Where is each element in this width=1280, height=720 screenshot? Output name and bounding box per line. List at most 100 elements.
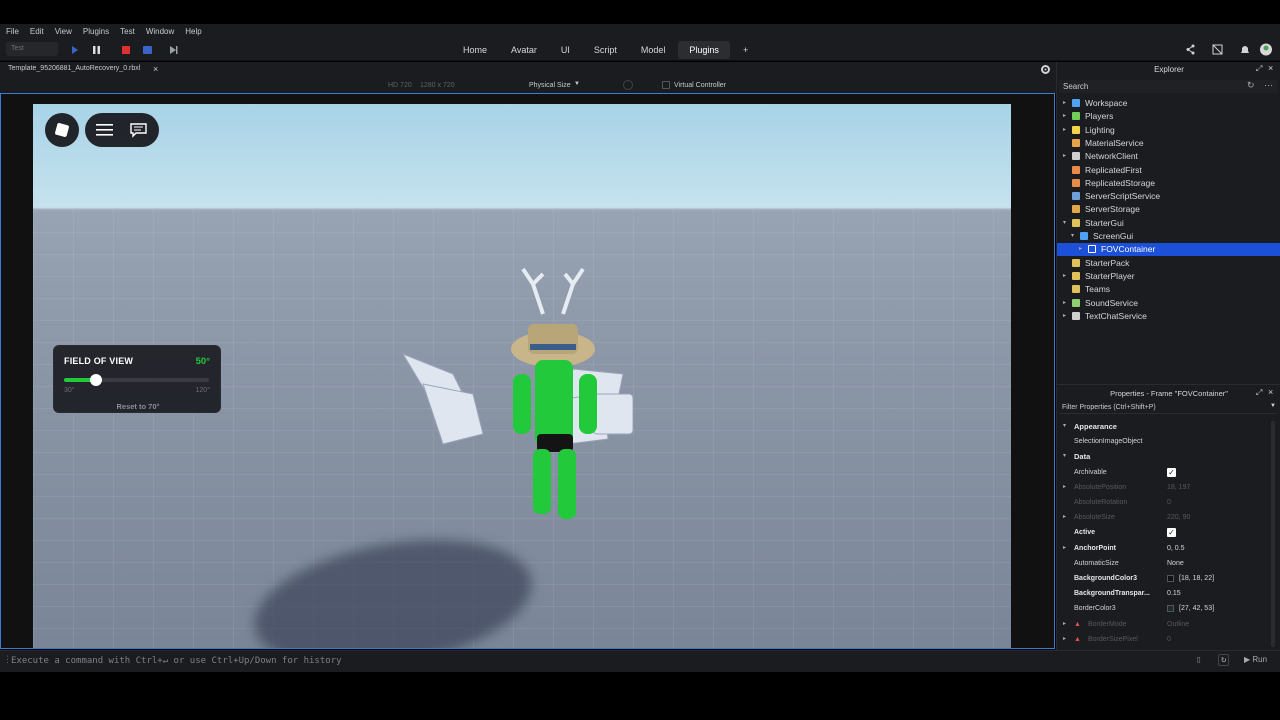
virtual-controller-checkbox[interactable] <box>662 81 670 89</box>
gear-icon[interactable] <box>1040 64 1051 75</box>
menu-edit[interactable]: Edit <box>30 27 44 36</box>
fov-slider-thumb[interactable] <box>90 374 103 386</box>
property-value[interactable]: 220, 90 <box>1167 510 1190 525</box>
chevron-down-icon[interactable]: ▼ <box>1270 403 1276 409</box>
collapse-arrow-icon[interactable]: ▾ <box>1063 217 1066 230</box>
property-row[interactable]: AbsoluteRotation 0 <box>1057 495 1275 510</box>
explorer-item-replicatedfirst[interactable]: ReplicatedFirst <box>1057 164 1280 177</box>
property-value[interactable]: Outline <box>1167 617 1189 632</box>
property-checkbox[interactable]: ✓ <box>1167 528 1176 538</box>
explorer-item-materialservice[interactable]: MaterialService <box>1057 137 1280 150</box>
fov-slider-track[interactable] <box>64 374 209 386</box>
property-row[interactable]: ▸ ▲ BorderSizePixel 0 <box>1057 632 1275 647</box>
client-server-icon[interactable] <box>143 46 152 54</box>
explorer-item-players[interactable]: ▸ Players <box>1057 110 1280 123</box>
popout-icon[interactable]: ⤢ <box>1256 388 1262 398</box>
tab-home[interactable]: Home <box>452 41 498 59</box>
expand-arrow-icon[interactable]: ▸ <box>1063 310 1066 323</box>
team-create-icon[interactable] <box>1212 44 1223 55</box>
pause-icon[interactable] <box>93 46 96 54</box>
tab-model[interactable]: Model <box>630 41 677 59</box>
property-row[interactable]: Active ✓ <box>1057 525 1275 540</box>
tab-script[interactable]: Script <box>583 41 628 59</box>
property-value[interactable]: [18, 18, 22] <box>1179 571 1214 586</box>
rotate-icon[interactable] <box>623 80 633 90</box>
add-tab-button[interactable]: + <box>732 41 759 59</box>
expand-arrow-icon[interactable]: ▸ <box>1063 124 1066 137</box>
expand-arrow-icon[interactable]: ▸ <box>1063 150 1066 163</box>
menu-file[interactable]: File <box>6 27 19 36</box>
chat-icon[interactable] <box>130 123 147 138</box>
expand-arrow-icon[interactable]: ▸ <box>1063 97 1066 110</box>
property-value[interactable]: [27, 42, 53] <box>1179 601 1214 616</box>
property-row[interactable]: AutomaticSize None <box>1057 556 1275 571</box>
expand-arrow-icon[interactable]: ▸ <box>1063 510 1066 525</box>
explorer-item-serverscriptservice[interactable]: ServerScriptService <box>1057 190 1280 203</box>
property-value[interactable]: None <box>1167 556 1184 571</box>
property-row[interactable]: ▸ ▲ BorderMode Outline <box>1057 617 1275 632</box>
property-section[interactable]: ▾ Data <box>1057 449 1275 464</box>
close-icon[interactable]: × <box>1268 387 1273 397</box>
game-viewport[interactable]: FIELD OF VIEW 50° 30° 120° Reset to 70° <box>33 104 1011 648</box>
play-icon[interactable] <box>72 46 78 54</box>
property-row[interactable]: BackgroundColor3 [18, 18, 22] <box>1057 571 1275 586</box>
history-icon[interactable]: ↻ <box>1218 654 1230 666</box>
explorer-item-fovcontainer[interactable]: ▸ FOVContainer <box>1057 243 1280 257</box>
property-section[interactable]: ▾ Appearance <box>1057 419 1275 434</box>
properties-scrollbar[interactable] <box>1271 421 1275 647</box>
history-icon[interactable]: ↻ <box>1247 80 1255 91</box>
collapse-arrow-icon[interactable]: ▾ <box>1063 449 1066 464</box>
hamburger-menu-icon[interactable] <box>96 124 113 136</box>
expand-arrow-icon[interactable]: ▸ <box>1079 243 1082 256</box>
explorer-item-textchatservice[interactable]: ▸ TextChatService <box>1057 310 1280 323</box>
menu-help[interactable]: Help <box>185 27 201 36</box>
property-row[interactable]: BackgroundTranspar... 0.15 <box>1057 586 1275 601</box>
property-row[interactable]: ▸ AnchorPoint 0, 0.5 <box>1057 541 1275 556</box>
more-options-icon[interactable]: ⋯ <box>1264 80 1273 91</box>
close-icon[interactable]: × <box>1268 63 1273 73</box>
share-icon[interactable] <box>1186 44 1195 55</box>
expand-arrow-icon[interactable]: ▸ <box>1063 297 1066 310</box>
expand-arrow-icon[interactable]: ▸ <box>1063 110 1066 123</box>
property-checkbox[interactable]: ✓ <box>1167 467 1176 477</box>
explorer-item-workspace[interactable]: ▸ Workspace <box>1057 97 1280 110</box>
explorer-item-lighting[interactable]: ▸ Lighting <box>1057 124 1280 137</box>
explorer-item-soundservice[interactable]: ▸ SoundService <box>1057 297 1280 310</box>
expand-arrow-icon[interactable]: ▸ <box>1063 632 1066 647</box>
menu-test[interactable]: Test <box>120 27 135 36</box>
property-value[interactable]: 18, 197 <box>1167 480 1190 495</box>
color-swatch[interactable] <box>1167 575 1174 582</box>
tab-plugins[interactable]: Plugins <box>678 40 730 59</box>
property-row[interactable]: ▸ AbsoluteSize 220, 90 <box>1057 510 1275 525</box>
property-filter-input[interactable]: Filter Properties (Ctrl+Shift+P) ▼ <box>1059 402 1277 414</box>
property-value[interactable]: 0 <box>1167 632 1171 647</box>
explorer-item-starterplayer[interactable]: ▸ StarterPlayer <box>1057 270 1280 283</box>
tab-ui[interactable]: UI <box>550 41 581 59</box>
explorer-item-teams[interactable]: Teams <box>1057 283 1280 296</box>
stop-icon[interactable] <box>122 46 130 54</box>
notifications-icon[interactable] <box>1241 46 1249 53</box>
expand-arrow-icon[interactable]: ▸ <box>1063 541 1066 556</box>
property-row[interactable]: ▸ AbsolutePosition 18, 197 <box>1057 480 1275 495</box>
explorer-item-screengui[interactable]: ▾ ScreenGui <box>1057 230 1280 243</box>
test-mode-dropdown[interactable]: Test <box>6 42 58 56</box>
collapse-arrow-icon[interactable]: ▾ <box>1071 230 1074 243</box>
tab-avatar[interactable]: Avatar <box>500 41 548 59</box>
explorer-search-input[interactable]: Search ↻ ⋯ <box>1059 80 1277 93</box>
reset-fov-button[interactable]: Reset to 70° <box>54 402 222 411</box>
property-value[interactable]: 0, 0.5 <box>1167 541 1185 556</box>
step-icon[interactable] <box>170 46 176 54</box>
document-tab[interactable]: Template_95206881_AutoRecovery_0.rbxl <box>8 65 140 72</box>
expand-arrow-icon[interactable]: ▸ <box>1063 480 1066 495</box>
explorer-item-serverstorage[interactable]: ServerStorage <box>1057 203 1280 216</box>
property-row[interactable]: BorderColor3 [27, 42, 53] <box>1057 601 1275 616</box>
avatar[interactable] <box>1260 43 1272 56</box>
property-value[interactable]: 0 <box>1167 495 1171 510</box>
explorer-item-startergui[interactable]: ▾ StarterGui <box>1057 217 1280 230</box>
menu-window[interactable]: Window <box>146 27 174 36</box>
command-input[interactable]: Execute a command with Ctrl+↵ or use Ctr… <box>11 656 342 666</box>
collapse-arrow-icon[interactable]: ▾ <box>1063 419 1066 434</box>
bookmark-icon[interactable]: ▯ <box>1196 655 1201 665</box>
roblox-menu-button[interactable] <box>45 113 79 147</box>
menu-view[interactable]: View <box>55 27 72 36</box>
